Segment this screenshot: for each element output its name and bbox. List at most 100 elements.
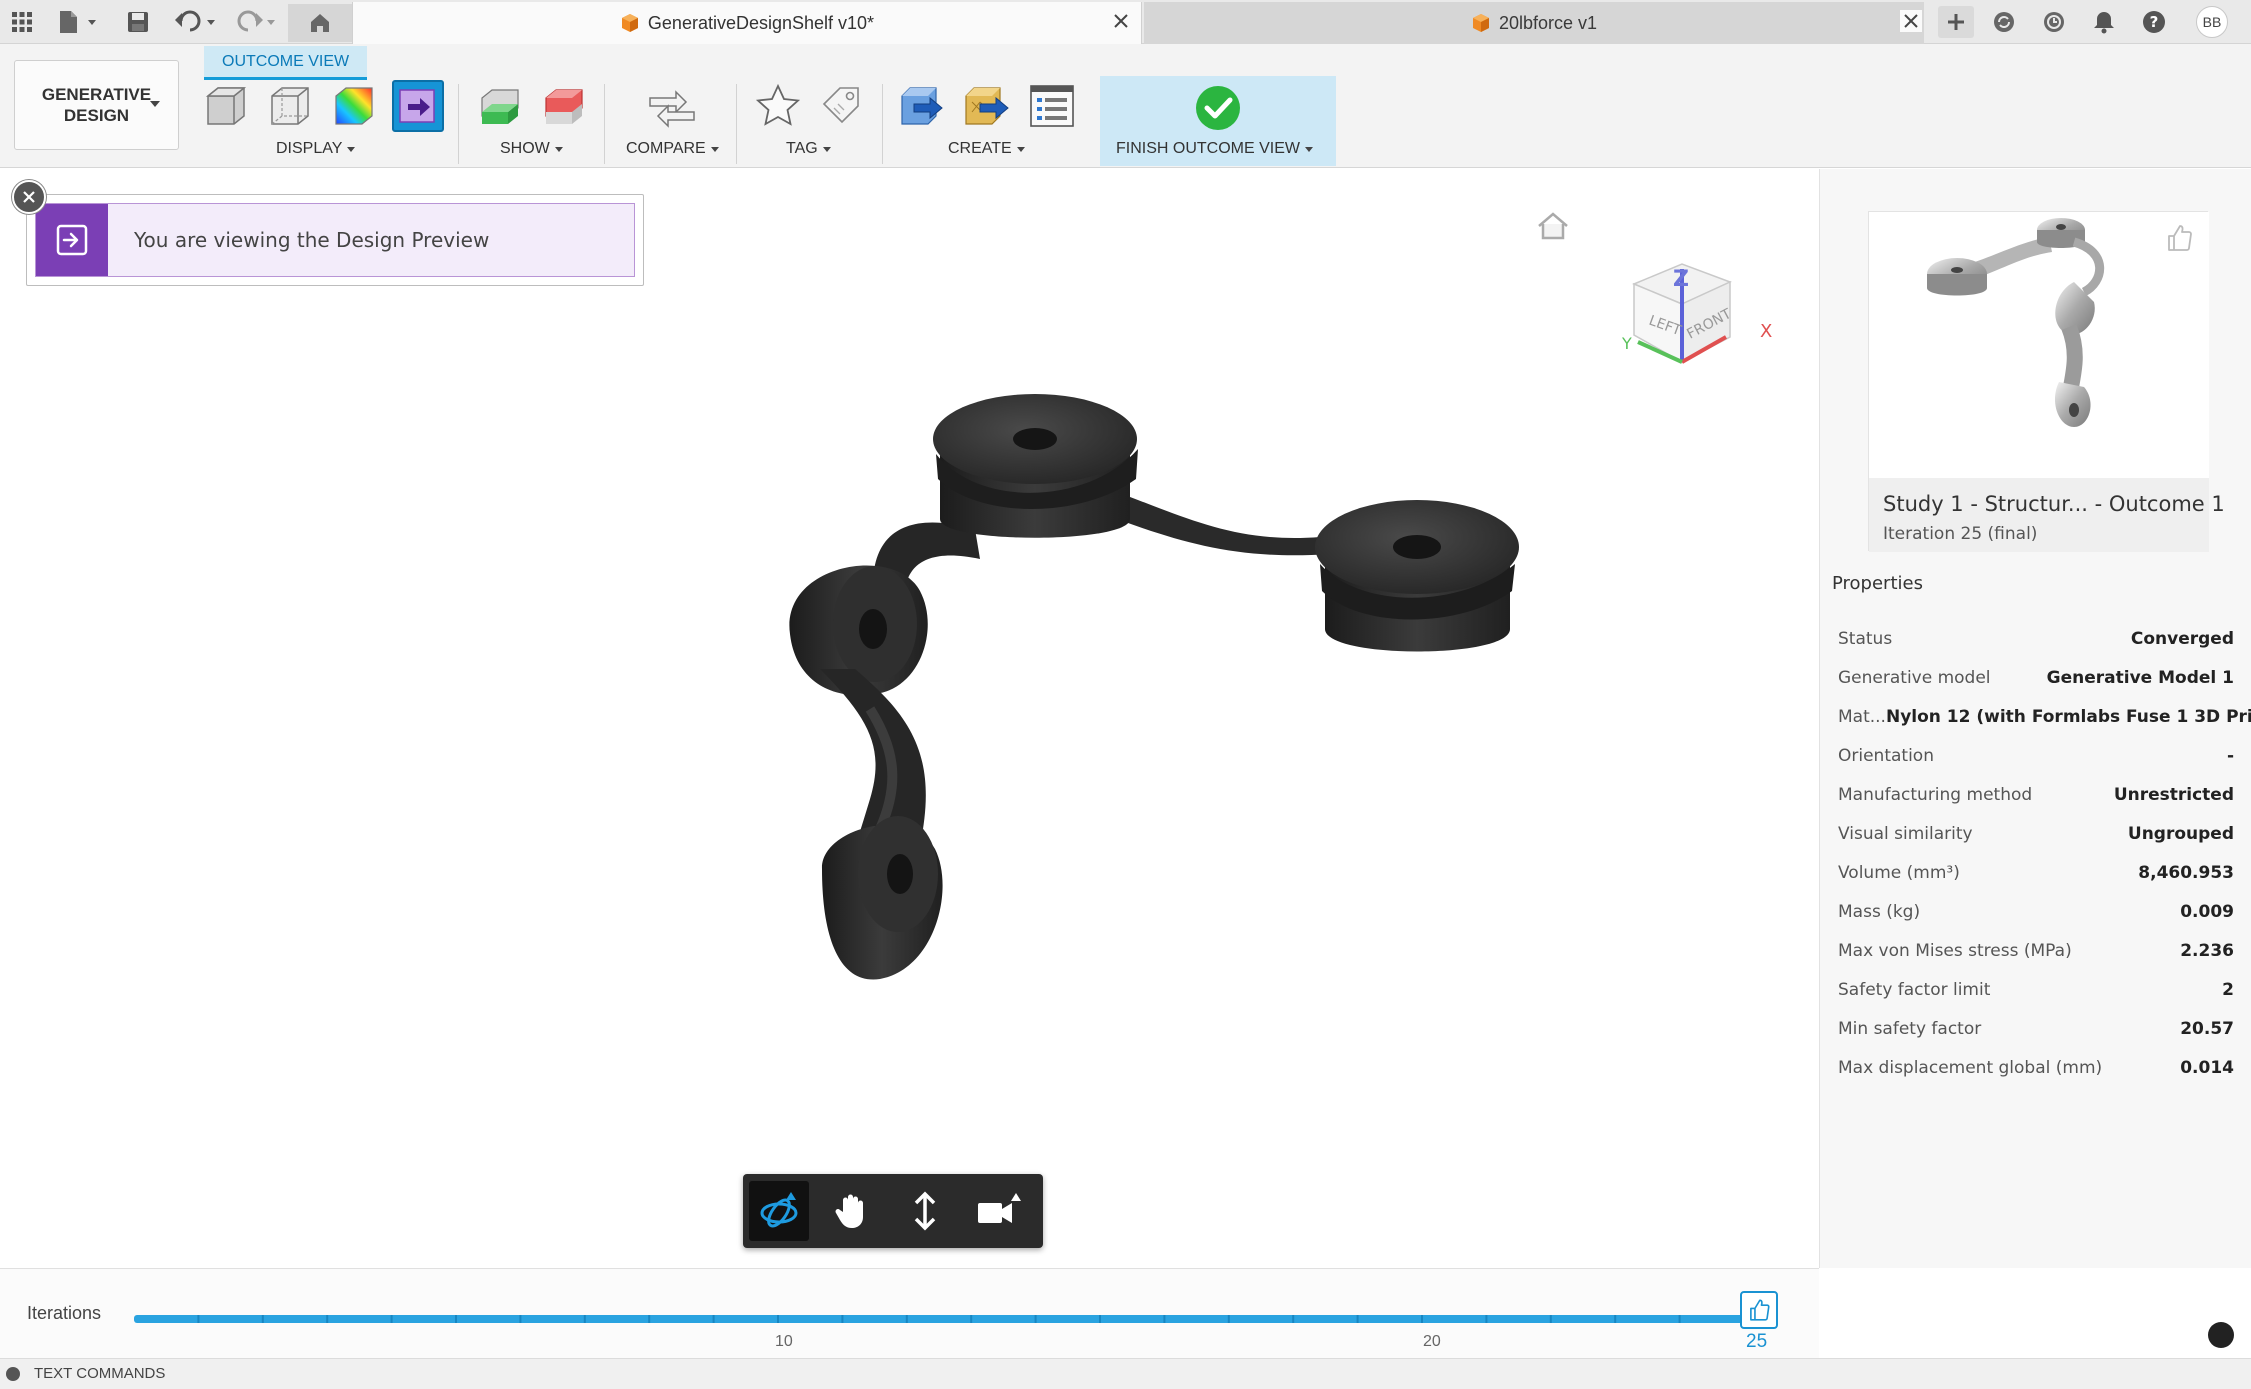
outcome-card[interactable]: Study 1 - Structur... - Outcome 1 Iterat… bbox=[1868, 211, 2225, 552]
property-value: 0.009 bbox=[2180, 902, 2234, 922]
design-file-icon bbox=[621, 14, 638, 32]
favorite-star-icon[interactable] bbox=[752, 80, 804, 132]
text-commands-label[interactable]: TEXT COMMANDS bbox=[34, 1365, 165, 1382]
display-solid-icon[interactable] bbox=[200, 80, 252, 132]
iteration-segment-divider bbox=[197, 1315, 200, 1323]
tab-20lbforce[interactable]: 20lbforce v1 bbox=[1144, 2, 1924, 44]
thumbs-up-icon bbox=[1750, 1299, 1770, 1321]
text-commands-toggle-icon[interactable] bbox=[6, 1367, 20, 1381]
redo-icon[interactable] bbox=[230, 6, 278, 38]
home-tab-icon[interactable] bbox=[288, 4, 352, 42]
finish-outcome-view-button[interactable]: FINISH OUTCOME VIEW bbox=[1100, 76, 1336, 166]
close-tab-icon[interactable] bbox=[1900, 10, 1922, 32]
orbit-icon[interactable] bbox=[749, 1181, 809, 1241]
iterations-timeline[interactable]: Iterations 10 20 25 bbox=[0, 1268, 1819, 1358]
display-group-label[interactable]: DISPLAY bbox=[276, 140, 356, 158]
help-icon[interactable]: ? bbox=[2138, 6, 2170, 38]
tab-outcome-view[interactable]: OUTCOME VIEW bbox=[204, 46, 368, 80]
app-grid-icon[interactable] bbox=[6, 6, 38, 38]
property-label: Visual similarity bbox=[1838, 824, 1973, 844]
chevron-down-icon bbox=[822, 146, 831, 152]
file-menu-icon[interactable] bbox=[54, 6, 102, 38]
show-red-body-icon[interactable] bbox=[538, 80, 590, 132]
iteration-segment-divider bbox=[1034, 1315, 1037, 1323]
iteration-segment-divider bbox=[1227, 1315, 1230, 1323]
extensions-icon[interactable] bbox=[1988, 6, 2020, 38]
iteration-segment-divider bbox=[1292, 1315, 1295, 1323]
show-group-label[interactable]: SHOW bbox=[500, 140, 563, 158]
generative-design-model[interactable] bbox=[760, 329, 1560, 1029]
property-value: Unrestricted bbox=[2113, 785, 2234, 805]
current-iteration-marker[interactable] bbox=[1740, 1291, 1778, 1329]
new-tab-plus-icon[interactable] bbox=[1938, 6, 1974, 38]
iteration-segment-divider bbox=[1356, 1315, 1359, 1323]
chevron-down-icon bbox=[1305, 146, 1313, 152]
user-avatar[interactable]: BB bbox=[2196, 6, 2228, 38]
property-value: 0.014 bbox=[2180, 1058, 2234, 1078]
fusion-app-window: GenerativeDesignShelf v10* 20lbforce v1 … bbox=[0, 0, 2251, 1389]
svg-text:?: ? bbox=[2150, 13, 2159, 31]
viewcube[interactable]: Z LEFT FRONT X Y bbox=[1614, 239, 1784, 409]
iterations-track[interactable] bbox=[134, 1315, 1744, 1323]
tag-group-label[interactable]: TAG bbox=[786, 140, 831, 158]
create-group-text: CREATE bbox=[948, 140, 1012, 157]
property-label: Volume (mm³) bbox=[1838, 863, 1960, 883]
compare-group-label[interactable]: COMPARE bbox=[626, 140, 719, 158]
ribbon-separator bbox=[882, 84, 883, 164]
navigation-toolbar bbox=[743, 1174, 1043, 1248]
camera-icon[interactable] bbox=[969, 1181, 1029, 1241]
viewcube-z-label: Z bbox=[1673, 267, 1689, 292]
preview-exit-icon bbox=[36, 204, 108, 276]
compare-arrows-icon[interactable] bbox=[646, 80, 698, 132]
property-label: Orientation bbox=[1838, 746, 1934, 766]
property-row: Mat... Nylon 12 (with Formlabs Fuse 1 3D … bbox=[1838, 699, 2251, 735]
property-label: Status bbox=[1838, 629, 1893, 649]
zoom-icon[interactable] bbox=[895, 1181, 955, 1241]
display-wireframe-icon[interactable] bbox=[264, 80, 316, 132]
iteration-segment-divider bbox=[970, 1315, 973, 1323]
property-row: Mass (kg) 0.009 bbox=[1838, 894, 2234, 930]
create-report-icon[interactable] bbox=[1026, 80, 1078, 132]
close-banner-icon[interactable] bbox=[12, 180, 46, 214]
iteration-segment-divider bbox=[455, 1315, 457, 1323]
display-design-preview-icon[interactable] bbox=[392, 80, 444, 132]
display-stress-icon[interactable] bbox=[328, 80, 380, 132]
iteration-segment-divider bbox=[1099, 1315, 1101, 1323]
design-file-icon bbox=[1472, 14, 1489, 32]
home-view-icon[interactable] bbox=[1536, 211, 1570, 241]
property-row: Visual similarity Ungrouped bbox=[1838, 816, 2234, 852]
property-row: Manufacturing method Unrestricted bbox=[1838, 777, 2234, 813]
iterations-label: Iterations bbox=[27, 1303, 102, 1323]
show-group-text: SHOW bbox=[500, 140, 550, 157]
tab-generativedesignshelf[interactable]: GenerativeDesignShelf v10* bbox=[352, 2, 1142, 44]
feedback-icon[interactable] bbox=[2208, 1322, 2234, 1348]
viewcube-y-label: Y bbox=[1621, 334, 1632, 353]
outcome-properties-panel: Study 1 - Structur... - Outcome 1 Iterat… bbox=[1819, 169, 2251, 1268]
close-tab-icon[interactable] bbox=[1110, 10, 1132, 32]
outcome-thumbnail bbox=[1869, 212, 2209, 478]
viewcube-x-label: X bbox=[1760, 321, 1772, 342]
3d-viewport[interactable]: You are viewing the Design Preview Z LEF… bbox=[0, 169, 1819, 1268]
tag-label-icon[interactable] bbox=[816, 80, 868, 132]
undo-icon[interactable] bbox=[172, 6, 220, 38]
job-status-icon[interactable] bbox=[2038, 6, 2070, 38]
notifications-bell-icon[interactable] bbox=[2088, 6, 2120, 38]
ribbon-separator bbox=[458, 84, 459, 164]
property-value: 2.236 bbox=[2180, 941, 2234, 961]
checkmark-icon bbox=[1196, 86, 1240, 130]
toolbar-ribbon: GENERATIVE DESIGN OUTCOME VIEW DISPLAY S… bbox=[0, 44, 2251, 168]
pan-hand-icon[interactable] bbox=[821, 1181, 881, 1241]
property-label: Max von Mises stress (MPa) bbox=[1838, 941, 2072, 961]
properties-heading: Properties bbox=[1832, 573, 1923, 594]
iteration-segment-divider bbox=[1485, 1315, 1488, 1323]
save-icon[interactable] bbox=[122, 6, 154, 38]
iteration-tick-label: 10 bbox=[775, 1333, 793, 1350]
create-mesh-icon[interactable] bbox=[962, 80, 1014, 132]
create-design-icon[interactable] bbox=[898, 80, 950, 132]
like-thumbs-up-icon[interactable] bbox=[2163, 222, 2195, 254]
ribbon-separator bbox=[736, 84, 737, 164]
workspace-switcher-button[interactable]: GENERATIVE DESIGN bbox=[14, 60, 179, 150]
title-bar: GenerativeDesignShelf v10* 20lbforce v1 … bbox=[0, 0, 2251, 44]
create-group-label[interactable]: CREATE bbox=[948, 140, 1025, 158]
show-green-body-icon[interactable] bbox=[474, 80, 526, 132]
